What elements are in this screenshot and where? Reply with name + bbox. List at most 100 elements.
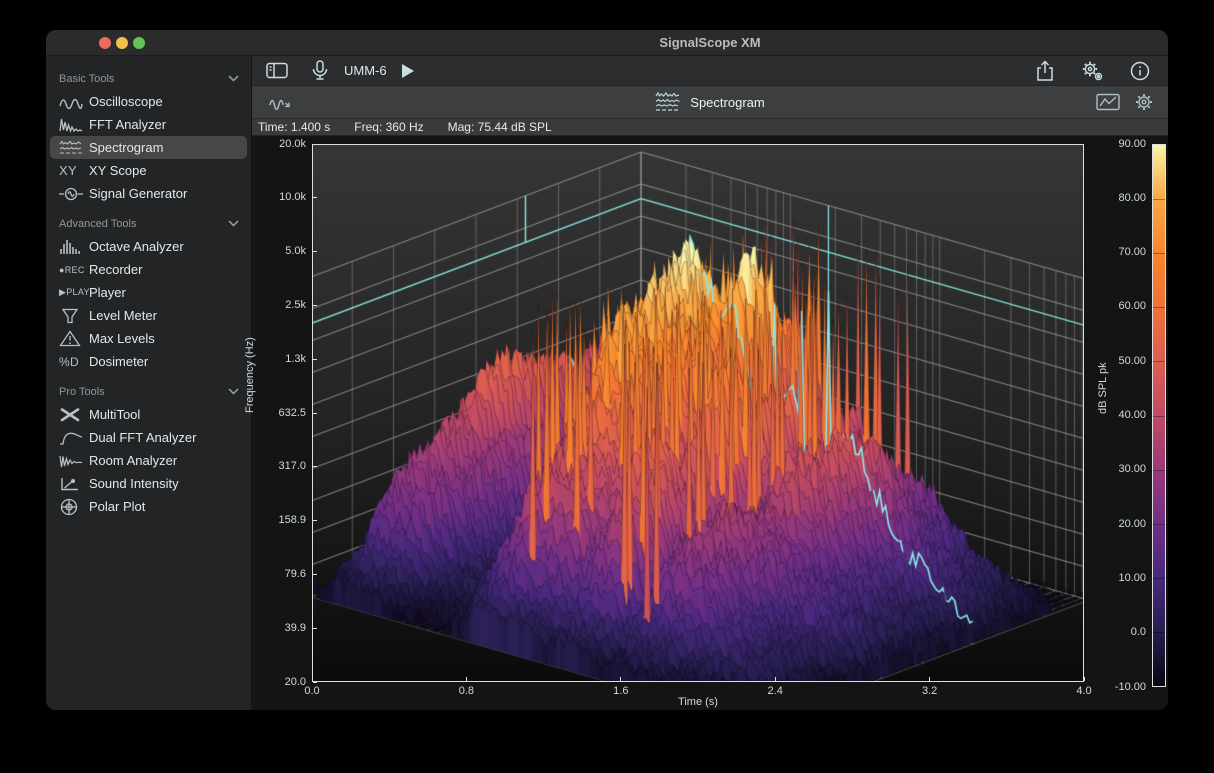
chevron-down-icon [228,218,239,230]
time-tickmark [929,677,930,681]
sidebar-item-label: Oscilloscope [89,94,163,109]
colorbar-notch [1153,199,1165,200]
freq-tick-label: 2.5k [256,299,306,312]
signal-input-icon[interactable] [268,90,292,114]
sidebar-item-fft-analyzer[interactable]: FFT Analyzer [50,113,247,136]
chart-style-button[interactable] [1096,90,1120,114]
freq-tick-label: 10.0k [256,191,306,204]
sidebar-item-room-analyzer[interactable]: Room Analyzer [50,449,247,472]
freq-tick-label: 20.0k [256,138,306,151]
multitool-icon [59,406,89,424]
sidebar-item-dual-fft-analyzer[interactable]: Dual FFT Analyzer [50,426,247,449]
sidebar-item-label: Sound Intensity [89,476,179,491]
close-button[interactable] [99,37,111,49]
share-icon[interactable] [1036,59,1054,83]
freq-tickmark [313,466,317,467]
info-icon[interactable] [1130,59,1150,83]
colorbar-notch [1153,470,1165,471]
fft-analyzer-icon [59,116,89,134]
colorbar-tick-label: 40.00 [1088,409,1146,422]
time-tickmark [620,677,621,681]
cursor-time: Time: 1.400 s [258,120,330,134]
sidebar-item-label: Polar Plot [89,499,145,514]
max-levels-icon [59,330,89,348]
zoom-button[interactable] [133,37,145,49]
dosimeter-icon: %D [59,353,89,371]
sidebar-item-level-meter[interactable]: Level Meter [50,304,247,327]
sidebar-item-label: Recorder [89,262,142,277]
sidebar-toggle-button[interactable] [266,59,288,83]
sidebar-item-octave-analyzer[interactable]: Octave Analyzer [50,235,247,258]
player-icon: ▶PLAY [59,284,89,302]
colorbar-tick-label: 30.00 [1088,463,1146,476]
plot-settings-gear-icon[interactable] [1134,90,1154,114]
freq-tickmark [313,574,317,575]
sound-intensity-icon [59,475,89,493]
room-analyzer-icon [59,452,89,470]
sidebar-item-label: Level Meter [89,308,157,323]
sidebar-item-player[interactable]: ▶PLAYPlayer [50,281,247,304]
main-panel: UMM-6 [252,56,1168,710]
cursor-readout-bar: Time: 1.400 s Freq: 360 Hz Mag: 75.44 dB… [252,119,1168,136]
titlebar: SignalScope XM [46,30,1168,56]
input-device-label[interactable]: UMM-6 [344,63,387,78]
sidebar-item-sound-intensity[interactable]: Sound Intensity [50,472,247,495]
sidebar-item-multitool[interactable]: MultiTool [50,403,247,426]
minimize-button[interactable] [116,37,128,49]
sidebar-item-label: Spectrogram [89,140,163,155]
freq-tickmark [313,305,317,306]
colorbar-notch [1153,361,1165,362]
level-meter-icon [59,307,89,325]
freq-tickmark [313,628,317,629]
chevron-down-icon [228,73,239,85]
freq-tick-label: 5.0k [256,245,306,258]
colorbar-tick-label: 50.00 [1088,355,1146,368]
colorbar-tick-label: 10.00 [1088,572,1146,585]
sidebar-item-xy-scope[interactable]: XYXY Scope [50,159,247,182]
colorbar-tick-label: 70.00 [1088,246,1146,259]
sidebar-item-recorder[interactable]: ●RECRecorder [50,258,247,281]
time-tick-label: 1.6 [601,685,641,698]
spectrogram-plot[interactable] [312,144,1084,682]
sidebar-item-label: MultiTool [89,407,140,422]
main-toolbar: UMM-6 [252,56,1168,86]
freq-tickmark [313,520,317,521]
time-tickmark [312,677,313,681]
freq-tickmark [313,682,317,683]
freq-tickmark [313,359,317,360]
sidebar-item-signal-generator[interactable]: Signal Generator [50,182,247,205]
chevron-down-icon [228,386,239,398]
colorbar-tick-label: -10.00 [1088,681,1146,694]
time-tickmark [775,677,776,681]
freq-tick-label: 158.9 [256,514,306,527]
sidebar-section-pro-tools[interactable]: Pro Tools [46,381,251,403]
recorder-icon: ●REC [59,261,89,279]
sidebar-item-spectrogram[interactable]: Spectrogram [50,136,247,159]
cursor-freq: Freq: 360 Hz [354,120,423,134]
sidebar-item-max-levels[interactable]: Max Levels [50,327,247,350]
settings-gears-icon[interactable] [1080,59,1104,83]
sidebar-section-advanced-tools[interactable]: Advanced Tools [46,213,251,235]
sidebar-item-dosimeter[interactable]: %DDosimeter [50,350,247,373]
sidebar-item-label: Dual FFT Analyzer [89,430,196,445]
x-axis-title: Time (s) [312,696,1084,708]
signal-generator-icon [59,185,89,203]
dual-fft-icon [59,429,89,447]
colorbar-title: dB SPL pk [1097,362,1109,414]
colorbar-tick-label: 90.00 [1088,138,1146,151]
freq-tickmark [313,144,317,145]
spectrogram-canvas[interactable] [313,145,1083,681]
play-button[interactable] [401,59,415,83]
sidebar-item-oscilloscope[interactable]: Oscilloscope [50,90,247,113]
app-window: SignalScope XM Basic Tools Oscilloscope FF… [46,30,1168,710]
colorbar [1152,144,1166,687]
polar-plot-icon [59,498,89,516]
spectrogram-icon [59,139,89,157]
sidebar-item-label: Dosimeter [89,354,148,369]
microphone-icon[interactable] [312,59,328,83]
sidebar-section-label: Basic Tools [59,73,228,85]
sidebar-section-label: Advanced Tools [59,218,228,230]
sidebar-section-basic-tools[interactable]: Basic Tools [46,68,251,90]
sidebar-item-polar-plot[interactable]: Polar Plot [50,495,247,518]
freq-tickmark [313,413,317,414]
